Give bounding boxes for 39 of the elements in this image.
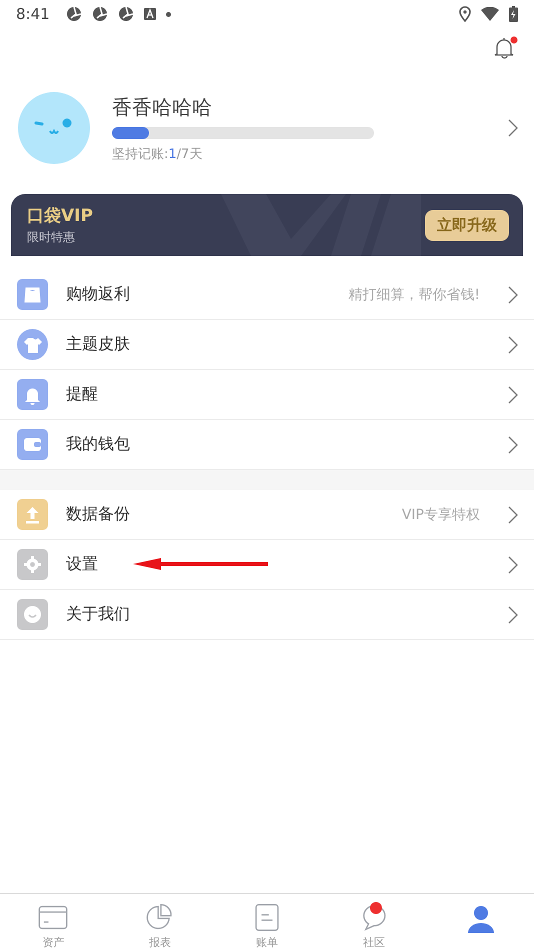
dot-icon [166,12,171,16]
streak-text: 坚持记账:1/7天 [112,146,204,162]
aperture-icon [66,6,82,22]
notification-bell-icon[interactable] [492,35,518,61]
battery-icon [509,6,518,22]
menu-item[interactable]: 关于我们 [0,590,534,640]
bell-icon [17,379,48,410]
menu-item[interactable]: 数据备份 VIP专享特权 [0,490,534,540]
wifi-icon [481,7,499,21]
menu-hint: VIP专享特权 [402,506,480,524]
user-name: 香香哈哈哈 [112,94,213,120]
vip-title: 口袋VIP [27,205,94,227]
shirt-icon [17,329,48,360]
bag-icon [17,279,48,310]
avatar-icon[interactable] [18,92,90,164]
font-icon [144,8,156,20]
vip-banner[interactable]: 口袋VIP 限时特惠 立即升级 [11,194,523,256]
chevron-icon [508,606,518,624]
menu-item[interactable]: 购物返利 精打细算，帮你省钱! [0,270,534,320]
upload-icon [17,499,48,530]
menu-item[interactable]: 设置 [0,540,534,590]
location-icon [459,6,471,22]
chevron-icon [508,386,518,404]
aperture-icon [118,6,134,22]
vip-subtitle: 限时特惠 [27,229,76,246]
menu-item[interactable]: 提醒 [0,370,534,420]
chevron-icon [508,286,518,304]
chevron-icon [508,336,518,354]
status-time: 8:41 [16,5,50,23]
chevron-icon [508,556,518,574]
gear-icon [17,549,48,580]
chevron-icon [508,119,518,137]
menu-hint: 精打细算，帮你省钱! [348,286,480,304]
chevron-icon [508,436,518,454]
smile-icon [17,599,48,630]
menu-item[interactable]: 主题皮肤 [0,320,534,370]
wallet-icon [17,429,48,460]
aperture-icon [92,6,108,22]
chevron-icon [508,506,518,524]
